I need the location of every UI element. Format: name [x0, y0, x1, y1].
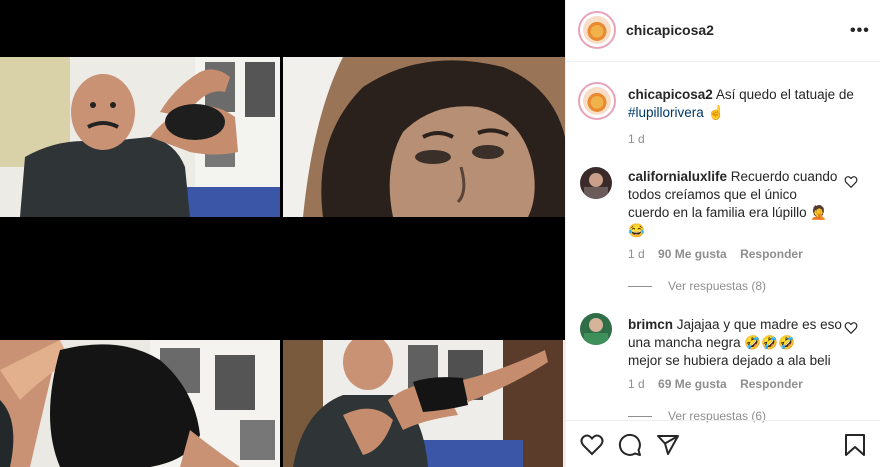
rofl-emojis: 🤣🤣🤣 [744, 335, 795, 350]
post-header: chicapicosa2 ••• [566, 0, 880, 62]
photo-man-showing-arm [283, 340, 565, 467]
comment-1-username[interactable]: californialuxlife [628, 169, 727, 184]
comment-2-text: Jajajaa y que madre es eso [676, 317, 842, 332]
photo-man-flexing [0, 57, 280, 217]
view-replies-label[interactable]: Ver respuestas (8) [668, 279, 766, 293]
facepalm-emoji: 🤦 [810, 205, 828, 220]
comment-1-text-2: todos creíamos que el único [628, 187, 797, 202]
commenter-avatar[interactable] [580, 313, 612, 345]
laughing-emoji: 😂 [628, 223, 645, 238]
comment-1-text-3: cuerdo en la familia era lúpillo [628, 205, 807, 220]
comment-icon[interactable] [618, 433, 642, 457]
caption-time[interactable]: 1 d [628, 132, 645, 146]
action-bar [566, 420, 880, 467]
commenter-avatar[interactable] [580, 167, 612, 199]
comment-2: brimcn Jajajaa y que madre es eso una ma… [628, 316, 853, 370]
share-icon[interactable] [656, 433, 680, 457]
caption-hashtag[interactable]: #lupillorivera [628, 105, 704, 120]
avatar[interactable] [578, 11, 616, 49]
comment-1-heart-icon[interactable] [844, 175, 858, 189]
caption-avatar[interactable] [578, 82, 616, 120]
comment-1: californialuxlife Recuerdo cuando todos … [628, 168, 853, 240]
comment-1-text: Recuerdo cuando [730, 169, 838, 184]
photo-tattoo-face [283, 57, 565, 217]
caption: chicapicosa2 Así quedo el tatuaje de #lu… [628, 86, 868, 122]
comment-2-meta: 1 d 69 Me gusta Responder [628, 377, 803, 391]
comment-2-text-2: una mancha negra [628, 335, 741, 350]
comment-1-time[interactable]: 1 d [628, 247, 645, 261]
bookmark-icon[interactable] [844, 433, 866, 457]
comment-2-reply-button[interactable]: Responder [740, 377, 803, 391]
more-options-icon[interactable]: ••• [850, 22, 870, 40]
comment-2-heart-icon[interactable] [844, 321, 858, 335]
comment-2-text-3: mejor se hubiera dejado a ala beli [628, 353, 831, 368]
comment-1-reply-button[interactable]: Responder [740, 247, 803, 261]
post-sidebar: chicapicosa2 ••• chicapicosa2 Así quedo … [565, 0, 880, 467]
post-media[interactable] [0, 0, 565, 467]
comment-2-time[interactable]: 1 d [628, 377, 645, 391]
photo-black-tattoo [0, 340, 280, 467]
caption-username[interactable]: chicapicosa2 [628, 87, 713, 102]
comment-1-view-replies[interactable]: Ver respuestas (8) [628, 279, 766, 293]
heart-icon[interactable] [580, 433, 604, 457]
comment-2-username[interactable]: brimcn [628, 317, 673, 332]
pointing-up-emoji: ☝ [707, 105, 725, 120]
comment-1-meta: 1 d 90 Me gusta Responder [628, 247, 803, 261]
header-username[interactable]: chicapicosa2 [626, 22, 714, 38]
comment-2-likes[interactable]: 69 Me gusta [658, 377, 727, 391]
comment-1-likes[interactable]: 90 Me gusta [658, 247, 727, 261]
caption-text: Así quedo el tatuaje de [715, 87, 854, 102]
